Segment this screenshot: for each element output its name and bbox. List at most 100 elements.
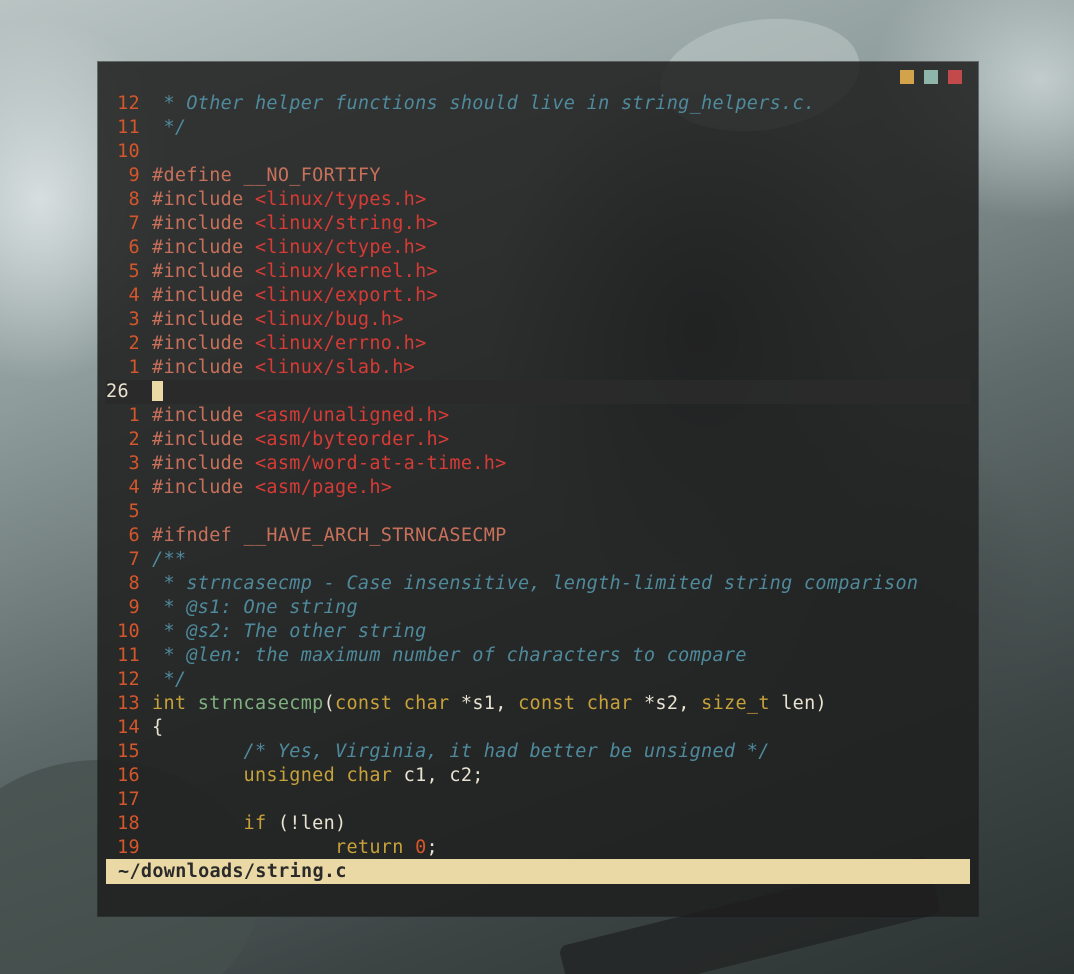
line-number: 13	[117, 693, 140, 714]
line-code: * strncasecmp - Case insensitive, length…	[152, 573, 918, 594]
line-code: #include <asm/page.h>	[152, 477, 392, 498]
code-line[interactable]: 8 * strncasecmp - Case insensitive, leng…	[106, 572, 970, 596]
code-token-function: strncasecmp	[197, 693, 324, 714]
terminal-window[interactable]: 12 * Other helper functions should live …	[98, 62, 978, 916]
line-number: 14	[117, 717, 140, 738]
line-number: 11	[117, 117, 140, 138]
code-line[interactable]: 7 /**	[106, 548, 970, 572]
code-line[interactable]: 10 * @s2: The other string	[106, 620, 970, 644]
code-line[interactable]: 1 #include <linux/slab.h>	[106, 356, 970, 380]
code-token-preproc: #include	[152, 357, 255, 378]
code-line[interactable]: 11 */	[106, 116, 970, 140]
code-line[interactable]: 10	[106, 140, 970, 164]
line-code: * Other helper functions should live in …	[152, 93, 815, 114]
code-token-text: ;	[426, 837, 438, 858]
line-number: 6	[128, 237, 140, 258]
line-code: return 0;	[152, 837, 438, 858]
code-token-keyword: char	[346, 765, 404, 786]
code-line[interactable]: 12 * Other helper functions should live …	[106, 92, 970, 116]
code-line[interactable]: 17	[106, 788, 970, 812]
code-token-text: *s2,	[643, 693, 702, 714]
code-token-number: 0	[415, 837, 427, 858]
line-number: 9	[128, 165, 140, 186]
code-line[interactable]: 15 /* Yes, Virginia, it had better be un…	[106, 740, 970, 764]
current-line[interactable]: 26	[106, 380, 970, 404]
code-line[interactable]: 19 return 0;	[106, 836, 970, 860]
line-code: #include <linux/kernel.h>	[152, 261, 438, 282]
line-code: */	[152, 117, 186, 138]
line-number: 4	[128, 477, 140, 498]
code-line[interactable]: 5	[106, 500, 970, 524]
line-number: 9	[128, 597, 140, 618]
code-token-text: c1, c2;	[403, 765, 484, 786]
code-token-include-path: <linux/export.h>	[254, 285, 438, 306]
line-code: #define __NO_FORTIFY	[152, 165, 381, 186]
code-token-keyword: if	[243, 813, 278, 834]
code-token-comment: * strncasecmp - Case insensitive, length…	[152, 573, 919, 594]
line-code: int strncasecmp(const char *s1, const ch…	[152, 693, 827, 714]
code-line[interactable]: 6 #ifndef __HAVE_ARCH_STRNCASECMP	[106, 524, 970, 548]
line-number: 2	[128, 429, 140, 450]
code-line[interactable]: 2 #include <asm/byteorder.h>	[106, 428, 970, 452]
line-code: #include <linux/ctype.h>	[152, 237, 427, 258]
code-token-preproc: #ifndef __HAVE_ARCH_STRNCASECMP	[152, 525, 507, 546]
code-token-include-path: <linux/types.h>	[254, 189, 427, 210]
code-token-include-path: <asm/word-at-a-time.h>	[254, 453, 507, 474]
line-number: 7	[128, 213, 140, 234]
code-line[interactable]: 9 #define __NO_FORTIFY	[106, 164, 970, 188]
code-token-preproc: #include	[152, 429, 255, 450]
code-line[interactable]: 11 * @len: the maximum number of charact…	[106, 644, 970, 668]
code-line[interactable]: 13 int strncasecmp(const char *s1, const …	[106, 692, 970, 716]
code-line[interactable]: 1 #include <asm/unaligned.h>	[106, 404, 970, 428]
code-line[interactable]: 4 #include <linux/export.h>	[106, 284, 970, 308]
code-token-include-path: <linux/string.h>	[254, 213, 438, 234]
line-number: 5	[128, 261, 140, 282]
code-line[interactable]: 3 #include <linux/bug.h>	[106, 308, 970, 332]
window-titlebar[interactable]	[98, 62, 978, 92]
code-token-comment: * Other helper functions should live in …	[152, 93, 816, 114]
code-token-comment: * @len: the maximum number of characters…	[152, 645, 747, 666]
code-token-text: (!len)	[277, 813, 347, 834]
code-token-include-path: <asm/unaligned.h>	[254, 405, 450, 426]
code-line[interactable]: 9 * @s1: One string	[106, 596, 970, 620]
code-token-comment: */	[152, 117, 187, 138]
vim-editor-buffer[interactable]: 12 * Other helper functions should live …	[106, 92, 970, 858]
line-code: if (!len)	[152, 813, 347, 834]
maximize-button[interactable]	[924, 70, 938, 84]
code-line[interactable]: 8 #include <linux/types.h>	[106, 188, 970, 212]
code-token-include-path: <linux/slab.h>	[254, 357, 416, 378]
line-number: 3	[128, 309, 140, 330]
line-code: /**	[152, 549, 186, 570]
code-token-preproc: #include	[152, 237, 255, 258]
code-token-preproc: #include	[152, 261, 255, 282]
line-code: {	[152, 717, 163, 738]
line-code: /* Yes, Virginia, it had better be unsig…	[152, 741, 770, 762]
close-button[interactable]	[948, 70, 962, 84]
code-token-text: (	[323, 693, 336, 714]
code-line[interactable]: 3 #include <asm/word-at-a-time.h>	[106, 452, 970, 476]
code-line[interactable]: 4 #include <asm/page.h>	[106, 476, 970, 500]
code-line[interactable]: 14 {	[106, 716, 970, 740]
minimize-button[interactable]	[900, 70, 914, 84]
code-token-comment: * @s1: One string	[152, 597, 358, 618]
line-number: 6	[128, 525, 140, 546]
code-token-text: *s1,	[460, 693, 519, 714]
code-line[interactable]: 2 #include <linux/errno.h>	[106, 332, 970, 356]
line-number: 10	[117, 621, 140, 642]
line-number: 12	[117, 93, 140, 114]
code-token-keyword: const	[518, 693, 587, 714]
code-line[interactable]: 6 #include <linux/ctype.h>	[106, 236, 970, 260]
code-token-preproc: #define __NO_FORTIFY	[152, 165, 381, 186]
code-token-include-path: <linux/ctype.h>	[254, 237, 427, 258]
code-line[interactable]: 12 */	[106, 668, 970, 692]
vim-command-line[interactable]	[106, 884, 970, 908]
code-line[interactable]: 7 #include <linux/string.h>	[106, 212, 970, 236]
code-line[interactable]: 5 #include <linux/kernel.h>	[106, 260, 970, 284]
code-line[interactable]: 16 unsigned char c1, c2;	[106, 764, 970, 788]
line-number: 8	[128, 573, 140, 594]
code-line[interactable]: 18 if (!len)	[106, 812, 970, 836]
line-code: #include <linux/errno.h>	[152, 333, 427, 354]
line-number: 19	[117, 837, 140, 858]
